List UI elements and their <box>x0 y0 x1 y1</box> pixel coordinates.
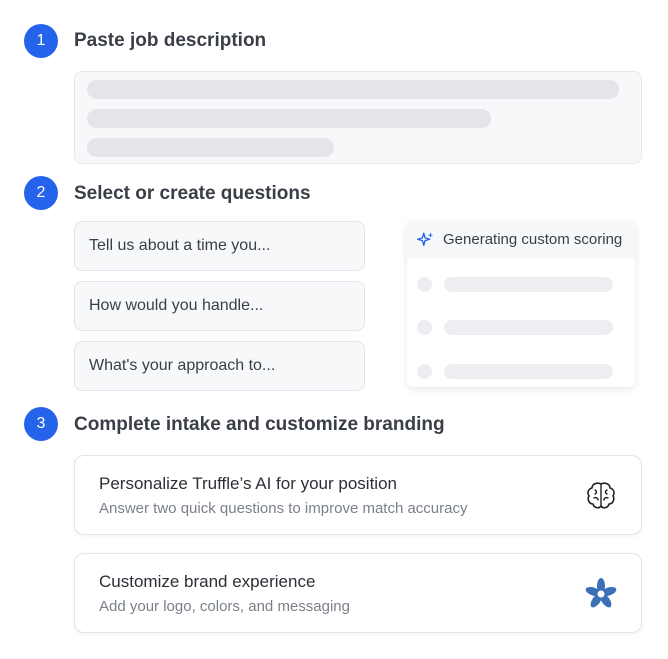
question-text: What's your approach to... <box>89 357 276 374</box>
scoring-skeleton-row <box>417 277 613 292</box>
skeleton-line <box>87 138 334 157</box>
step-number-3: 3 <box>24 407 58 441</box>
scoring-panel: Generating custom scoring <box>407 221 635 387</box>
customize-brand-card[interactable]: Customize brand experience Add your logo… <box>74 553 642 633</box>
sparkle-icon <box>417 232 434 246</box>
scoring-skeleton-row <box>417 320 613 335</box>
scoring-panel-header: Generating custom scoring <box>407 221 635 258</box>
step-number-2: 2 <box>24 176 58 210</box>
card-title: Personalize Truffle’s AI for your positi… <box>99 474 397 493</box>
step-title-paste-job-description: Paste job description <box>74 30 267 51</box>
step-number-1: 1 <box>24 24 58 58</box>
step-title-complete-intake: Complete intake and customize branding <box>74 414 445 435</box>
job-description-input[interactable] <box>74 71 642 164</box>
brain-icon <box>587 482 615 509</box>
question-card[interactable]: How would you handle... <box>74 281 365 331</box>
question-card[interactable]: What's your approach to... <box>74 341 365 391</box>
card-subtitle: Answer two quick questions to improve ma… <box>99 500 468 517</box>
personalize-ai-card[interactable]: Personalize Truffle’s AI for your positi… <box>74 455 642 535</box>
scoring-panel-title: Generating custom scoring <box>443 231 623 248</box>
step-title-select-questions: Select or create questions <box>74 183 311 204</box>
card-title: Customize brand experience <box>99 572 316 591</box>
scoring-skeleton-row <box>417 364 613 379</box>
skeleton-line <box>87 109 491 128</box>
card-subtitle: Add your logo, colors, and messaging <box>99 598 350 615</box>
pinwheel-icon <box>585 578 617 608</box>
question-card[interactable]: Tell us about a time you... <box>74 221 365 271</box>
question-text: Tell us about a time you... <box>89 237 271 254</box>
skeleton-line <box>87 80 619 99</box>
question-text: How would you handle... <box>89 297 264 314</box>
